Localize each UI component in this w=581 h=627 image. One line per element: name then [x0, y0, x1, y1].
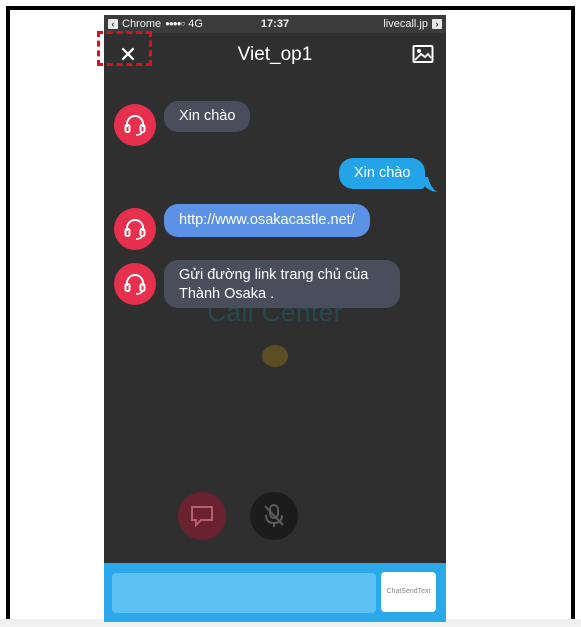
page-title: Viet_op1 [237, 44, 313, 65]
message-bubble-user: Xin chào [339, 158, 426, 189]
chat-icon [191, 506, 213, 527]
mic-off-icon [264, 504, 284, 527]
bubble-tail [424, 177, 437, 192]
composer-bar: ChatSendText [104, 563, 446, 622]
message-link[interactable]: http://www.osakacastle.net/ [164, 204, 370, 237]
message-bubble: Xin chào [164, 101, 251, 132]
message-input[interactable] [112, 573, 376, 613]
forward-icon[interactable]: › [432, 19, 442, 29]
image-icon[interactable] [412, 44, 434, 64]
chat-header: Viet_op1 ✕ [104, 33, 446, 76]
headset-icon [124, 115, 146, 136]
send-button[interactable]: ChatSendText [381, 572, 436, 612]
phone-screen: ‹ Chrome ●●●●○ 4G 17:37 livecall.jp › Vi… [104, 15, 446, 622]
operator-avatar [114, 104, 156, 146]
chat-mode-button[interactable] [178, 492, 226, 540]
operator-avatar [114, 208, 156, 250]
status-bar: ‹ Chrome ●●●●○ 4G 17:37 livecall.jp › [104, 15, 446, 33]
headset-icon [124, 219, 146, 240]
site-label: livecall.jp [383, 18, 428, 30]
operator-avatar [114, 263, 156, 305]
mute-button[interactable] [250, 492, 298, 540]
status-right: livecall.jp › [383, 15, 442, 33]
background-logo [262, 345, 288, 367]
message-bubble: Gửi đường link trang chủ của Thành Osaka… [164, 260, 400, 308]
close-highlight-box [97, 31, 152, 66]
headset-icon [124, 274, 146, 295]
